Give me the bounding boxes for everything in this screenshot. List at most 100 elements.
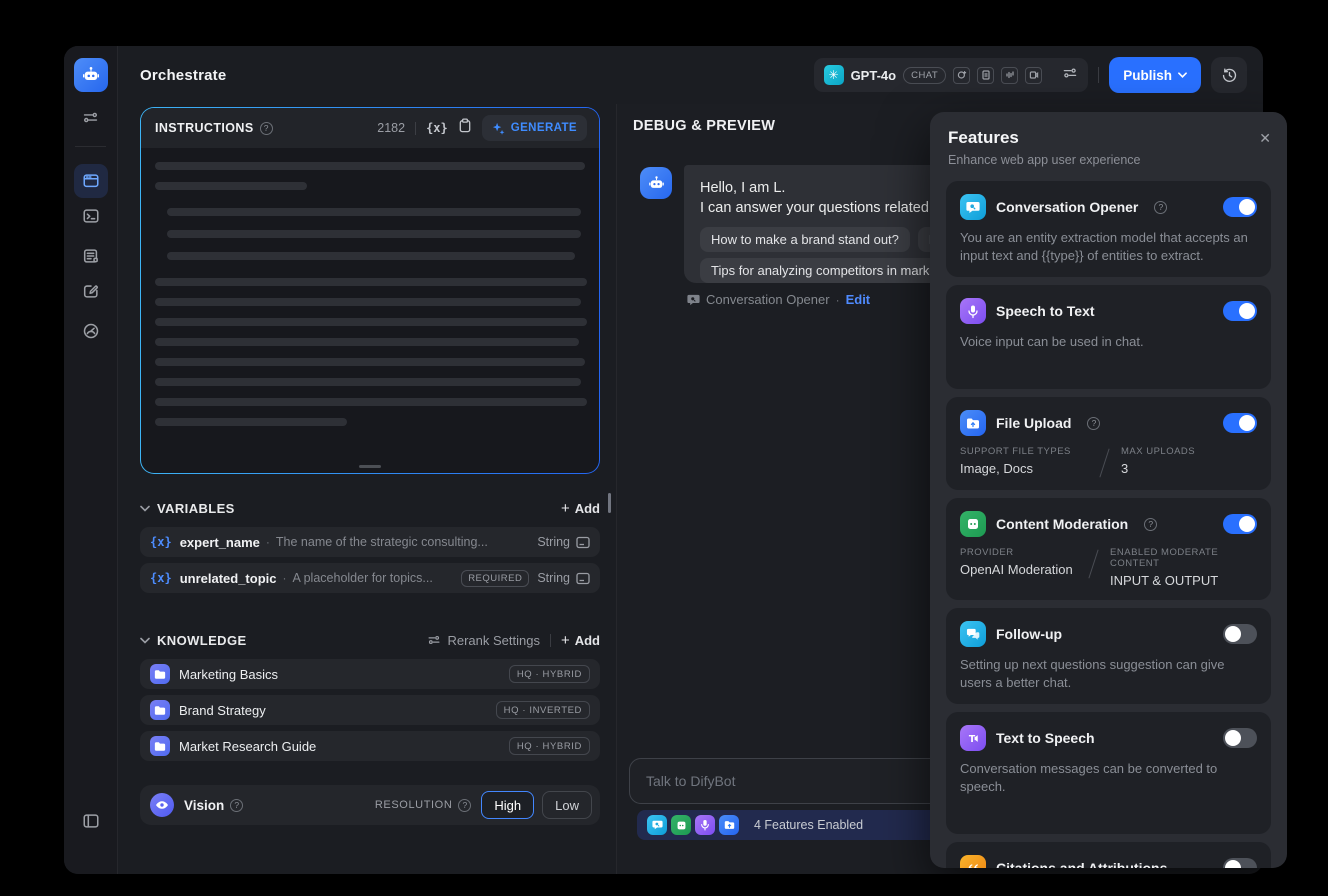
model-params-tune-icon[interactable] (1062, 65, 1078, 86)
dataset-folder-icon (150, 664, 170, 684)
suggested-question-chip[interactable]: How to make a brand stand out? (700, 227, 910, 252)
suggested-question-chip[interactable]: Tips for analyzing competitors in market (700, 258, 952, 283)
speech-to-text-toggle[interactable] (1223, 301, 1257, 321)
resize-handle[interactable] (359, 465, 381, 468)
conversation-opener-toggle[interactable] (1223, 197, 1257, 217)
field-label: PROVIDER (960, 547, 1014, 558)
knowledge-badge: HQ · INVERTED (495, 701, 590, 719)
feature-card-speech-to-text: Speech to Text Voice input can be used i… (946, 285, 1271, 389)
variable-desc: The name of the strategic consulting... (275, 535, 488, 549)
app-logo-robot-icon[interactable] (73, 58, 108, 92)
features-panel-title: Features (948, 128, 1019, 147)
chat-bubble-icon (687, 294, 700, 305)
opener-label: Conversation Opener (706, 292, 830, 307)
help-icon[interactable]: ? (458, 798, 472, 812)
vision-icon (953, 66, 971, 84)
add-knowledge-button[interactable]: + Add (561, 632, 600, 649)
feature-description: Voice input can be used in chat. (960, 334, 1144, 349)
instructions-title: INSTRUCTIONS (155, 121, 254, 135)
copy-icon[interactable] (458, 118, 472, 138)
close-icon[interactable]: ✕ (1259, 130, 1271, 147)
conversation-opener-icon (960, 194, 986, 220)
openai-logo-icon: ✳ (823, 65, 844, 85)
content-moderation-toggle[interactable] (1223, 514, 1257, 534)
speech-to-text-icon (960, 298, 986, 324)
features-panel-subtitle: Enhance web app user experience (948, 153, 1141, 167)
generate-button[interactable]: GENERATE (481, 115, 587, 141)
history-icon (1222, 67, 1236, 82)
feature-description: Setting up next questions suggestion can… (960, 657, 1225, 690)
sidebar-item-orchestrate[interactable] (73, 164, 108, 198)
help-icon[interactable]: ? (1087, 416, 1101, 430)
file-upload-toggle[interactable] (1223, 413, 1257, 433)
knowledge-row[interactable]: Marketing Basics HQ · HYBRID (140, 659, 600, 689)
citations-toggle[interactable] (1223, 858, 1257, 868)
speech-to-text-icon (695, 815, 715, 835)
sidebar-item-logs[interactable] (74, 239, 108, 273)
instructions-header: INSTRUCTIONS ? 2182 {x} GENERATE (141, 108, 599, 148)
help-icon[interactable]: ? (1144, 517, 1158, 531)
follow-up-toggle[interactable] (1223, 624, 1257, 644)
help-icon[interactable]: ? (230, 798, 244, 812)
variable-row[interactable]: {x} expert_name · The name of the strate… (140, 527, 600, 557)
vision-title: Vision (184, 797, 225, 813)
variable-type: String (537, 535, 570, 549)
feature-card-conversation-opener: Conversation Opener ? You are an entity … (946, 181, 1271, 277)
knowledge-badge: HQ · HYBRID (508, 737, 590, 755)
version-history-button[interactable] (1211, 57, 1247, 93)
field-value: 3 (1121, 461, 1129, 476)
dataset-folder-icon (150, 700, 170, 720)
required-badge: REQUIRED (461, 569, 530, 587)
debug-title: DEBUG & PREVIEW (633, 118, 776, 134)
knowledge-row[interactable]: Brand Strategy HQ · INVERTED (140, 695, 600, 725)
content-moderation-icon (671, 815, 691, 835)
feature-name: File Upload (996, 415, 1072, 431)
sidebar-item-annotations[interactable] (74, 274, 108, 308)
file-upload-icon (960, 410, 986, 436)
sidebar-settings-sliders-icon[interactable] (74, 100, 108, 134)
video-icon (1025, 66, 1043, 84)
text-to-speech-toggle[interactable] (1223, 728, 1257, 748)
add-variable-button[interactable]: + Add (561, 500, 600, 517)
feature-card-citations: Citations and Attributions Show source d… (946, 842, 1271, 868)
feature-card-file-upload: File Upload ? SUPPORT FILE TYPES Image, … (946, 397, 1271, 490)
knowledge-name: Market Research Guide (179, 738, 317, 754)
instructions-panel[interactable]: INSTRUCTIONS ? 2182 {x} GENERATE (140, 107, 600, 474)
citations-quote-icon (960, 855, 986, 868)
input-field-icon (576, 572, 590, 584)
knowledge-name: Brand Strategy (179, 702, 266, 718)
insert-variable-icon[interactable]: {x} (426, 121, 448, 135)
feature-description: You are an entity extraction model that … (960, 230, 1248, 263)
knowledge-header: KNOWLEDGE Rerank Settings + Add (140, 627, 600, 653)
variable-desc: A placeholder for topics... (292, 571, 433, 585)
input-field-icon (576, 536, 590, 548)
feature-card-text-to-speech: T Text to Speech Conversation messages c… (946, 712, 1271, 834)
config-column: INSTRUCTIONS ? 2182 {x} GENERATE VARIABL… (118, 104, 616, 874)
sidebar-item-monitoring[interactable] (74, 314, 108, 348)
model-selector[interactable]: ✳ GPT-4o CHAT (813, 58, 1089, 92)
help-icon[interactable]: ? (259, 121, 273, 135)
help-icon[interactable]: ? (1154, 200, 1168, 214)
knowledge-row[interactable]: Market Research Guide HQ · HYBRID (140, 731, 600, 761)
feature-name: Citations and Attributions (996, 860, 1168, 868)
variable-icon: {x} (150, 571, 172, 585)
variable-icon: {x} (150, 535, 172, 549)
edit-opener-link[interactable]: Edit (846, 292, 871, 307)
variables-header: VARIABLES + Add (140, 495, 600, 521)
resolution-low-button[interactable]: Low (542, 791, 592, 819)
rerank-settings-button[interactable]: Rerank Settings (427, 633, 540, 648)
publish-button[interactable]: Publish (1109, 57, 1201, 93)
feature-name: Content Moderation (996, 516, 1129, 532)
variable-row[interactable]: {x} unrelated_topic · A placeholder for … (140, 563, 600, 593)
chevron-down-icon (1178, 72, 1187, 78)
chevron-down-icon[interactable] (140, 505, 150, 512)
dataset-folder-icon (150, 736, 170, 756)
conversation-opener-icon (647, 815, 667, 835)
sidebar-item-terminal[interactable] (74, 199, 108, 233)
sidebar-collapse-icon[interactable] (74, 804, 108, 838)
features-enabled-label: 4 Features Enabled (754, 818, 864, 832)
resolution-high-button[interactable]: High (481, 791, 535, 819)
column-resize-handle[interactable] (608, 493, 611, 513)
field-value: OpenAI Moderation (960, 562, 1073, 577)
chevron-down-icon[interactable] (140, 637, 150, 644)
